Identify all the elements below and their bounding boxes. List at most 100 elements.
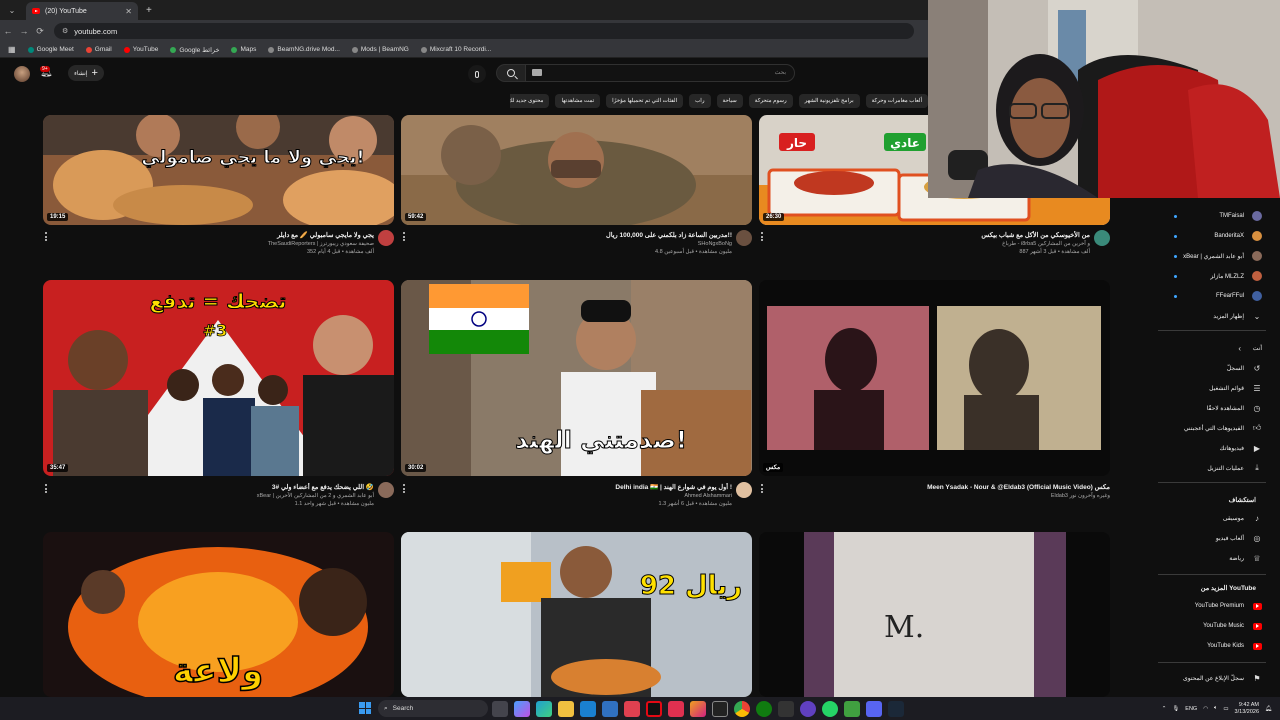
guide-item-sports[interactable]: رياضة ♕ <box>1158 550 1266 566</box>
clock[interactable]: 9:42 AM 3/13/2026 <box>1235 702 1259 716</box>
apps-icon[interactable]: ▦ <box>8 45 16 54</box>
voice-search-button[interactable] <box>468 65 486 83</box>
language-indicator[interactable]: ENG <box>1185 706 1197 712</box>
more-options-icon[interactable] <box>45 484 48 495</box>
more-options-icon[interactable] <box>403 484 406 495</box>
chip[interactable]: تمت مشاهدتها <box>555 94 601 108</box>
reload-icon[interactable]: ⟳ <box>32 26 48 37</box>
guide-item-youtube-music[interactable]: YouTube Music <box>1158 618 1266 634</box>
create-button[interactable]: إنشاء + <box>68 65 104 81</box>
bookmark-gmail[interactable]: Gmail <box>85 46 112 53</box>
roblox-icon[interactable] <box>778 700 794 717</box>
video-title[interactable]: يجي ولا مايجي سامبولي 🥖 مع دايلر <box>54 231 374 239</box>
keyboard-icon[interactable] <box>532 69 542 76</box>
whatsapp-icon[interactable] <box>822 700 838 717</box>
guide-item-downloads[interactable]: عمليات التنزيل ⤓ <box>1158 460 1266 476</box>
channel-avatar[interactable] <box>378 482 394 498</box>
channel-avatar[interactable] <box>736 230 752 246</box>
guide-item-your-videos[interactable]: فيديوهاتك ▶ <box>1158 440 1266 456</box>
subscription-item[interactable]: BanderitaX <box>1158 228 1266 244</box>
video-thumbnail[interactable]: تضحك = تدفع #3 35:47 <box>43 280 394 476</box>
windows-start-icon[interactable] <box>359 702 371 714</box>
video-thumbnail[interactable]: M. <box>759 532 1110 697</box>
discord-icon[interactable] <box>866 700 882 717</box>
guide-item-watch-later[interactable]: المشاهدة لاحقًا ◷ <box>1158 400 1266 416</box>
video-thumbnail[interactable]: يجي ولا ما يجي صامولي! 19:15 <box>43 115 394 225</box>
guide-item-music[interactable]: موسيقى ♪ <box>1158 510 1266 526</box>
guide-item-youtube-premium[interactable]: YouTube Premium <box>1158 598 1266 614</box>
video-title[interactable]: Meen Ysadak - Nour & @Eldab3 (Official M… <box>790 483 1110 491</box>
bookmark-mods-beamng[interactable]: Mods | BeamNG <box>351 46 409 53</box>
guide-item-gaming[interactable]: ألعاب فيديو ◎ <box>1158 530 1266 546</box>
you-section-heading[interactable]: ‹ أنت <box>1158 340 1266 356</box>
bookmark-mixcraft[interactable]: Mixcraft 10 Recordi... <box>420 46 491 53</box>
bookmark-google-maps-ar[interactable]: Google خرائط <box>170 46 219 54</box>
subscription-item[interactable]: xBear | أبو عابد الشمري <box>1158 248 1266 264</box>
chip[interactable]: راب <box>689 94 711 108</box>
video-thumbnail[interactable]: صدمتني الهند! 30:02 <box>401 280 752 476</box>
subscription-item[interactable]: مازلز MLZLZ <box>1158 268 1266 284</box>
channel-avatar[interactable] <box>1094 230 1110 246</box>
video-channel[interactable]: xBear | أبو عابد الشمري و 2 من المشاركين… <box>54 493 374 499</box>
guide-item-history[interactable]: السجلّ ↺ <box>1158 360 1266 376</box>
video-title[interactable]: مدربين الساعة زاد بلكمني على 100,000 ريا… <box>412 231 732 239</box>
more-options-icon[interactable] <box>761 232 764 243</box>
edge-icon[interactable] <box>536 700 552 717</box>
file-explorer-icon[interactable] <box>558 700 574 717</box>
show-more-button[interactable]: إظهار المزيد ⌄ <box>1158 308 1266 324</box>
video-title[interactable]: من الأخيوسكي من الأكل مع شباب بيكس <box>770 231 1090 239</box>
chip[interactable]: ألعاب مغامرات وحركة <box>865 94 928 108</box>
video-thumbnail[interactable]: مكس <box>759 280 1110 476</box>
app-icon[interactable] <box>844 700 860 717</box>
app-icon[interactable] <box>668 700 684 717</box>
video-title[interactable]: Delhi india 🇮🇳 | أول يوم في شوارع الهند … <box>412 483 732 491</box>
bookmark-youtube[interactable]: YouTube <box>123 46 158 53</box>
video-thumbnail[interactable]: 92 ريال <box>401 532 752 697</box>
more-options-icon[interactable] <box>403 232 406 243</box>
video-channel[interactable]: Eldab3 وغيره وآخرون نور <box>790 493 1110 499</box>
instagram-icon[interactable] <box>690 700 706 717</box>
notifications-icon[interactable]: 🔔︎ <box>1265 706 1272 712</box>
subscription-item[interactable]: FFearFFul <box>1158 288 1266 304</box>
edge-browser-icon[interactable] <box>580 700 596 717</box>
url-input[interactable]: ⚙ youtube.com <box>54 23 914 39</box>
chevron-up-icon[interactable]: ⌃ <box>1162 706 1167 712</box>
guide-item-playlists[interactable]: قوائم التشغيل ☰ <box>1158 380 1266 396</box>
bookmark-maps[interactable]: Maps <box>231 46 256 53</box>
more-options-icon[interactable] <box>45 232 48 243</box>
forward-icon[interactable]: → <box>16 26 32 36</box>
volume-icon[interactable]: 🔈︎ <box>1214 705 1217 712</box>
channel-avatar[interactable] <box>736 482 752 498</box>
video-channel[interactable]: TheSaudiReporters | صحيفة سعودي ريبورترز <box>54 241 374 247</box>
site-info-icon[interactable]: ⚙ <box>62 27 68 35</box>
bookmark-google-meet[interactable]: Google Meet <box>27 46 74 53</box>
video-title[interactable]: اللي يضحك يدفع مع أعضاء ولي #3 🤣 <box>54 483 374 491</box>
bookmark-beamng-mod[interactable]: BeamNG.drive Mod... <box>268 46 340 53</box>
chip[interactable]: سياحة <box>716 94 743 108</box>
netflix-icon[interactable] <box>646 700 662 717</box>
xbox-icon[interactable] <box>756 700 772 717</box>
guide-item-youtube-kids[interactable]: YouTube Kids <box>1158 638 1266 654</box>
new-tab-icon[interactable]: + <box>146 5 152 16</box>
more-options-icon[interactable] <box>761 484 764 495</box>
task-view-icon[interactable] <box>492 700 508 717</box>
media-player-icon[interactable] <box>624 700 640 717</box>
steam-icon[interactable] <box>888 700 904 717</box>
video-channel[interactable]: Ahmed Alshammari <box>412 493 732 499</box>
video-thumbnail[interactable]: 59:42 <box>401 115 752 225</box>
battery-icon[interactable]: ▭ <box>1223 706 1228 712</box>
copilot-icon[interactable] <box>514 700 530 717</box>
app-icon[interactable] <box>800 700 816 717</box>
channel-avatar[interactable] <box>378 230 394 246</box>
close-icon[interactable]: ✕ <box>125 7 132 16</box>
chrome-icon[interactable] <box>734 700 750 717</box>
chip[interactable]: محتوى جديد لك <box>510 94 550 108</box>
tab-search-icon[interactable]: ⌄ <box>4 3 20 17</box>
guide-item-liked-videos[interactable]: الفيديوهات التي أعجبتني 👍︎ <box>1158 420 1266 436</box>
store-icon[interactable] <box>602 700 618 717</box>
video-thumbnail[interactable]: ولاعة <box>43 532 394 697</box>
search-button[interactable] <box>496 64 526 82</box>
guide-item-report-history[interactable]: سجلّ الإبلاغ عن المحتوى ⚑ <box>1158 670 1266 686</box>
taskbar-search[interactable]: ⌕ Search <box>378 700 488 717</box>
chip[interactable]: الفئات التي تم تحميلها مؤخرًا <box>606 94 684 108</box>
